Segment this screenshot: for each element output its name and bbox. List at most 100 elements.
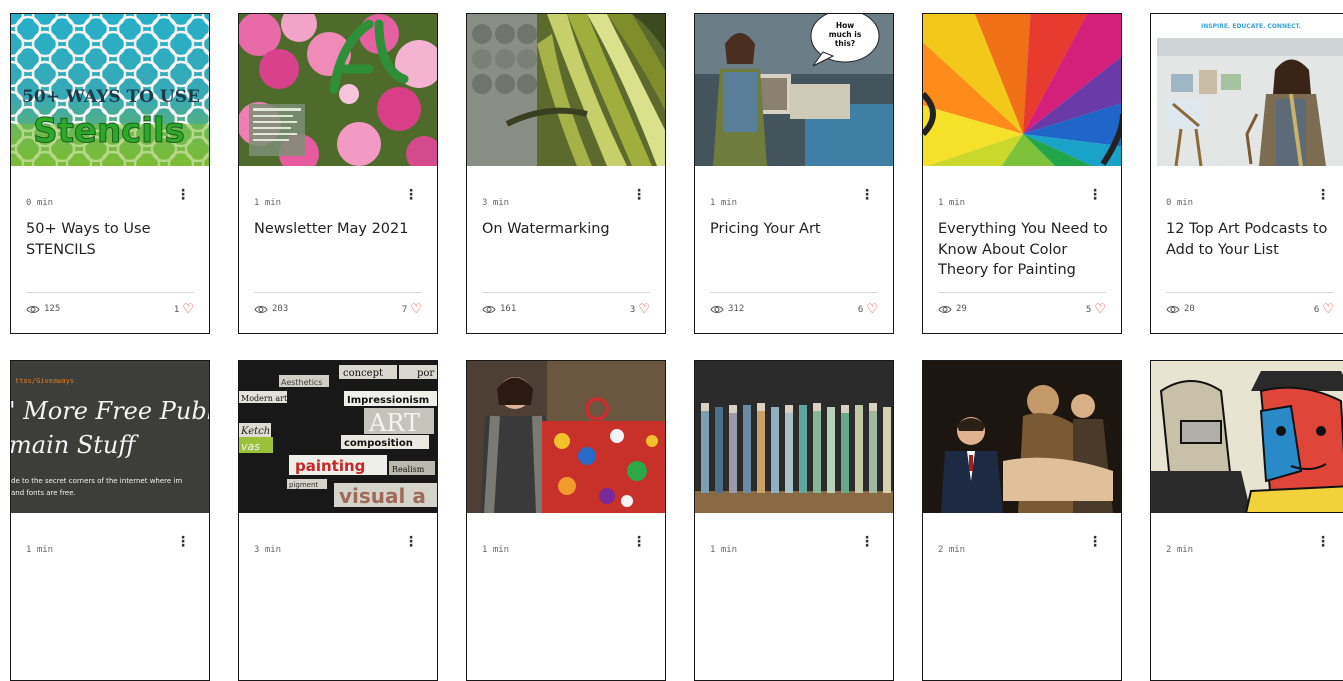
read-time: 2 min (938, 545, 966, 555)
more-actions-icon[interactable]: ⋮ (1316, 188, 1330, 202)
folded-paper-image (467, 14, 665, 166)
divider (26, 292, 194, 293)
color-wheel-image (923, 14, 1121, 166)
heart-icon[interactable]: ♡ (410, 303, 422, 316)
read-time: 3 min (254, 545, 282, 555)
studio-banner: INSPIRE. EDUCATE. CONNECT. (1201, 23, 1301, 30)
post-image[interactable]: How much is this? (695, 14, 893, 166)
heart-icon[interactable]: ♡ (638, 303, 650, 316)
post-card[interactable]: 2 min ⋮ (1150, 360, 1343, 681)
post-card[interactable]: 1 min ⋮ (694, 360, 894, 681)
heart-icon[interactable]: ♡ (1094, 303, 1106, 316)
category-tag: ttos/Giveaways (15, 377, 74, 385)
post-image[interactable]: 50+ WAYS TO USE Stencils (11, 14, 209, 166)
baroque-painting-image (923, 361, 1121, 513)
post-image[interactable] (923, 14, 1121, 166)
divider (254, 292, 422, 293)
word-tile: pigment (289, 481, 318, 489)
public-domain-image: ttos/Giveaways ' More Free Publ main Stu… (11, 361, 209, 513)
post-card[interactable]: 1 min ⋮ Everything You Need to Know Abou… (922, 13, 1122, 334)
more-actions-icon[interactable]: ⋮ (1088, 535, 1102, 549)
post-card[interactable]: 2 min ⋮ (922, 360, 1122, 681)
post-image[interactable] (695, 361, 893, 513)
post-image[interactable] (923, 361, 1121, 513)
post-card[interactable]: ttos/Giveaways ' More Free Publ main Stu… (10, 360, 210, 681)
heart-icon[interactable]: ♡ (182, 303, 194, 316)
divider (710, 292, 878, 293)
read-time: 2 min (1166, 545, 1194, 555)
post-title[interactable]: 50+ Ways to Use STENCILS (26, 219, 197, 260)
post-title[interactable]: 12 Top Art Podcasts to Add to Your List (1166, 219, 1337, 260)
artist-booth-image: How much is this? (695, 14, 893, 166)
like-count: 5 (1085, 305, 1092, 315)
post-card[interactable]: How much is this? 1 min ⋮ Pricing Your Art… (694, 13, 894, 334)
blossom-image (239, 14, 437, 166)
divider (482, 292, 650, 293)
image-subtext: de to the secret corners of the internet… (11, 477, 182, 485)
post-image[interactable]: concept por Aesthetics Modern art Impres… (239, 361, 437, 513)
view-count: 29 (956, 304, 967, 314)
post-image[interactable]: ttos/Giveaways ' More Free Publ main Stu… (11, 361, 209, 513)
word-tile: ART (368, 409, 420, 437)
word-tile: Ketch (240, 426, 270, 437)
word-collage-image: concept por Aesthetics Modern art Impres… (239, 361, 437, 513)
like-count: 3 (629, 305, 636, 315)
read-time: 1 min (254, 198, 282, 208)
word-tile: composition (344, 438, 413, 449)
like-count: 6 (857, 305, 864, 315)
more-actions-icon[interactable]: ⋮ (404, 188, 418, 202)
word-tile: Aesthetics (281, 378, 322, 387)
read-time: 1 min (482, 545, 510, 555)
like-count: 6 (1313, 305, 1320, 315)
word-tile: Realism (392, 465, 425, 474)
read-time: 1 min (710, 545, 738, 555)
post-card[interactable]: INSPIRE. EDUCATE. CONNECT. 0 min ⋮ 12 To… (1150, 13, 1343, 334)
eye-icon (254, 305, 268, 314)
post-title[interactable]: Everything You Need to Know About Color … (938, 219, 1109, 281)
read-time: 0 min (26, 198, 54, 208)
post-card[interactable]: concept por Aesthetics Modern art Impres… (238, 360, 438, 681)
more-actions-icon[interactable]: ⋮ (860, 535, 874, 549)
post-image[interactable]: INSPIRE. EDUCATE. CONNECT. (1151, 14, 1343, 166)
pop-art-image (1151, 361, 1343, 513)
more-actions-icon[interactable]: ⋮ (632, 535, 646, 549)
more-actions-icon[interactable]: ⋮ (1316, 535, 1330, 549)
post-title[interactable]: Newsletter May 2021 (254, 219, 425, 240)
post-title[interactable]: On Watermarking (482, 219, 653, 240)
divider (1166, 292, 1334, 293)
eye-icon (710, 305, 724, 314)
more-actions-icon[interactable]: ⋮ (176, 188, 190, 202)
eye-icon (26, 305, 40, 314)
post-image[interactable] (1151, 361, 1343, 513)
post-card[interactable]: 50+ WAYS TO USE Stencils 0 min ⋮ 50+ Way… (10, 13, 210, 334)
artist-painting-image (467, 361, 665, 513)
post-image[interactable] (239, 14, 437, 166)
studio-image: INSPIRE. EDUCATE. CONNECT. (1151, 14, 1343, 166)
heart-icon[interactable]: ♡ (1322, 303, 1334, 316)
image-subtext: and fonts are free. (11, 489, 76, 497)
stencil-image: 50+ WAYS TO USE Stencils (11, 14, 209, 166)
more-actions-icon[interactable]: ⋮ (176, 535, 190, 549)
post-card[interactable]: 1 min ⋮ (466, 360, 666, 681)
heart-icon[interactable]: ♡ (866, 303, 878, 316)
image-heading: ' More Free Publ (11, 397, 209, 425)
post-card[interactable]: 1 min ⋮ Newsletter May 2021 203 7 ♡ (238, 13, 438, 334)
pigment-tubes-image (695, 361, 893, 513)
more-actions-icon[interactable]: ⋮ (1088, 188, 1102, 202)
post-image[interactable] (467, 14, 665, 166)
eye-icon (1166, 305, 1180, 314)
post-title[interactable]: Pricing Your Art (710, 219, 881, 240)
word-tile: Modern art (241, 394, 288, 403)
stencil-line1: 50+ WAYS TO USE (22, 87, 200, 107)
divider (938, 292, 1106, 293)
more-actions-icon[interactable]: ⋮ (404, 535, 418, 549)
more-actions-icon[interactable]: ⋮ (860, 188, 874, 202)
word-tile: vas (241, 440, 260, 453)
post-card[interactable]: 3 min ⋮ On Watermarking 161 3 ♡ (466, 13, 666, 334)
view-count: 125 (44, 304, 61, 314)
more-actions-icon[interactable]: ⋮ (632, 188, 646, 202)
post-image[interactable] (467, 361, 665, 513)
like-count: 7 (401, 305, 408, 315)
read-time: 3 min (482, 198, 510, 208)
view-count: 161 (500, 304, 517, 314)
